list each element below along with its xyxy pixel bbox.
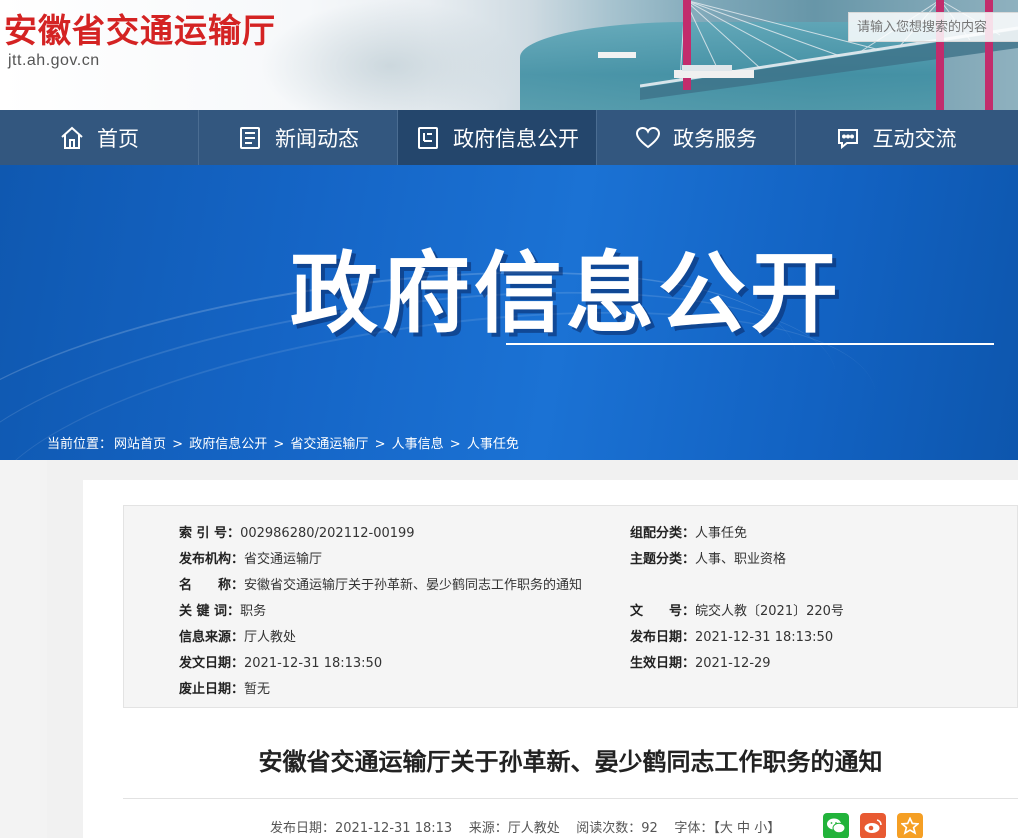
meta-label: 主题分类： [630,552,696,567]
header-mist-decoration [260,0,520,110]
share-weibo-button[interactable] [860,813,886,838]
meta-topic: 主题分类：人事、职业资格 [630,548,786,567]
meta-label: 信息来源： [179,630,245,645]
meta-label: 发布日期： [630,630,696,645]
info-label: 阅读次数： [576,821,642,836]
nav-item-label: 互动交流 [872,126,957,151]
meta-expiry-date: 废止日期：暂无 [179,678,270,697]
meta-value: 省交通运输厅 [244,552,323,567]
meta-index-no: 索 引 号：002986280/202112-00199 [179,522,415,541]
breadcrumb-separator: > [449,437,461,452]
meta-label: 废止日期： [179,682,245,697]
meta-label: 组配分类： [630,526,696,541]
banner-title: 政府信息公开 [290,242,843,345]
banner-underline [506,343,994,345]
meta-publisher: 发布机构：省交通运输厅 [179,548,322,567]
search-input[interactable] [848,12,1018,42]
info-label: 发布日期： [270,821,336,836]
meta-value: 暂无 [244,682,271,697]
meta-keywords: 关 键 词：职务 [179,600,266,619]
meta-value: 002986280/202112-00199 [240,526,415,541]
document-icon [418,126,438,149]
meta-label: 发文日期： [179,656,245,671]
meta-value: 2021-12-29 [695,656,771,671]
meta-name: 名 称：安徽省交通运输厅关于孙革新、晏少鹤同志工作职务的通知 [179,574,582,593]
nav-item-label: 政务服务 [673,126,757,151]
meta-publish-date: 发布日期：2021-12-31 18:13:50 [630,626,833,645]
meta-value: 人事任免 [695,526,748,541]
breadcrumb: 当前位置： 网站首页 > 政府信息公开 > 省交通运输厅 > 人事信息 > 人事任… [47,433,521,452]
meta-value: 2021-12-31 18:13:50 [695,630,834,645]
meta-value: 厅人教处 [244,630,297,645]
breadcrumb-item-personnel[interactable]: 人事信息 [392,437,444,452]
site-header: 安徽省交通运输厅 jtt.ah.gov.cn [0,0,1018,110]
font-size-medium[interactable]: 中 [737,821,750,836]
breadcrumb-item-home[interactable]: 网站首页 [114,437,166,452]
info-label: 】 [767,821,781,836]
info-label: 来源： [468,821,508,836]
font-size-small[interactable]: 小 [754,821,767,836]
nav-item-gov-info[interactable]: 政府信息公开 [398,110,597,165]
news-icon [240,126,260,149]
breadcrumb-separator: > [273,437,285,452]
breadcrumb-item-appointments[interactable]: 人事任免 [467,437,519,452]
nav-item-interaction[interactable]: 互动交流 [796,110,995,165]
nav-item-services[interactable]: 政务服务 [597,110,796,165]
info-source: 厅人教处 [507,821,560,836]
meta-value: 2021-12-31 18:13:50 [244,656,383,671]
nav-item-label: 政府信息公开 [453,126,579,151]
nav-item-home[interactable]: 首页 [0,110,199,165]
meta-value: 安徽省交通运输厅关于孙革新、晏少鹤同志工作职务的通知 [244,578,583,593]
breadcrumb-separator: > [374,437,386,452]
info-label: 字体：【 [674,821,720,836]
main-nav: 首页 新闻动态 政府信息公开 政务服务 互动交流 [0,110,1018,165]
meta-category: 组配分类：人事任免 [630,522,747,541]
meta-value: 职务 [240,604,267,619]
site-title[interactable]: 安徽省交通运输厅 [4,4,276,52]
title-divider [123,798,1018,799]
breadcrumb-item-department[interactable]: 省交通运输厅 [290,437,368,452]
nav-item-news[interactable]: 新闻动态 [199,110,398,165]
meta-effective-date: 生效日期：2021-12-29 [630,652,771,671]
weibo-icon [864,819,882,833]
info-views: 92 [641,821,658,836]
nav-item-label: 首页 [97,126,139,151]
site-domain: jtt.ah.gov.cn [8,52,100,69]
article-title: 安徽省交通运输厅关于孙革新、晏少鹤同志工作职务的通知 [258,748,883,776]
breadcrumb-prefix: 当前位置： [47,437,113,452]
share-favorite-button[interactable] [897,813,923,838]
home-icon [61,126,83,149]
meta-doc-no: 文 号：皖交人教〔2021〕220号 [630,600,844,619]
share-wechat-button[interactable] [823,813,849,838]
font-size-large[interactable]: 大 [720,821,733,836]
breadcrumb-separator: > [172,437,184,452]
star-icon [901,817,919,835]
meta-label: 发布机构： [179,552,245,567]
meta-label: 索 引 号： [179,526,241,541]
meta-label: 生效日期： [630,656,696,671]
chat-icon [837,128,858,149]
boat-illustration [598,52,754,78]
meta-value: 人事、职业资格 [695,552,787,567]
meta-issue-date: 发文日期：2021-12-31 18:13:50 [179,652,382,671]
article-info-line: 发布日期：2021-12-31 18:13 来源：厅人教处 阅读次数：92 字体… [270,817,780,836]
breadcrumb-item-gov-info[interactable]: 政府信息公开 [189,437,267,452]
meta-source: 信息来源：厅人教处 [179,626,296,645]
meta-label: 文 号： [630,604,696,619]
page-banner: 政府信息公开 当前位置： 网站首页 > 政府信息公开 > 省交通运输厅 > 人事信… [0,165,1018,460]
info-publish-date: 2021-12-31 18:13 [335,821,453,836]
wechat-icon [827,818,846,834]
meta-label: 关 键 词： [179,604,241,619]
heart-icon [635,126,661,148]
nav-item-label: 新闻动态 [275,126,359,151]
meta-value: 皖交人教〔2021〕220号 [695,604,844,619]
meta-label: 名 称： [179,578,245,593]
